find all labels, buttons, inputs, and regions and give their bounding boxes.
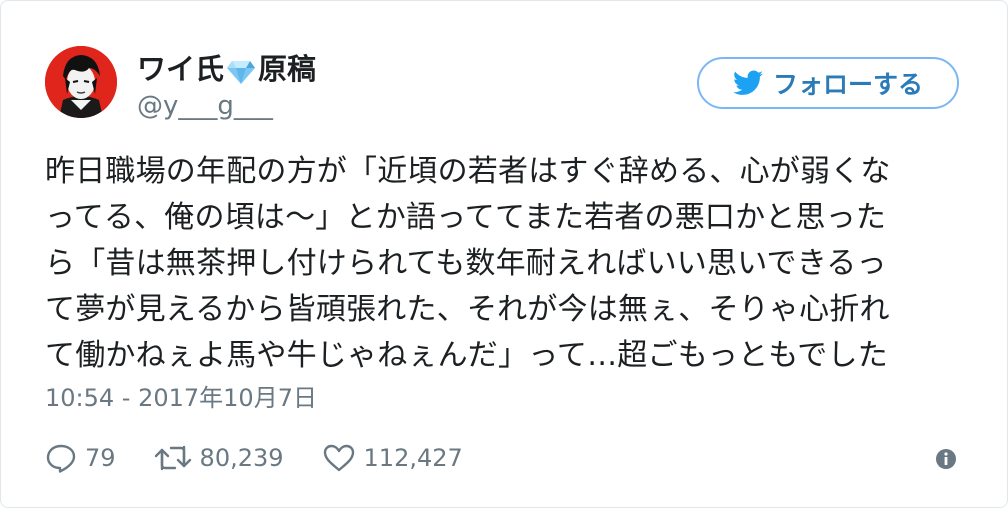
- like-button[interactable]: 112,427: [322, 443, 463, 473]
- tweet-timestamp[interactable]: 10:54 - 2017年10月7日: [45, 382, 317, 414]
- tweet-card: ワイ氏 原稿 @y___g___ フォローする 昨日職場の年配の方が「近頃の若者…: [0, 0, 1008, 508]
- avatar[interactable]: [45, 46, 117, 118]
- heart-icon: [323, 444, 354, 472]
- tweet-actions: 79 80,239 112,427: [45, 438, 463, 478]
- avatar-illustration: [45, 46, 117, 118]
- display-name-suffix: 原稿: [258, 52, 317, 86]
- twitter-bird-icon: [732, 70, 763, 96]
- info-icon[interactable]: [935, 448, 957, 470]
- reply-button[interactable]: 79: [45, 443, 116, 473]
- tweet-header: ワイ氏 原稿 @y___g___ フォローする: [45, 46, 963, 126]
- reply-count: 79: [85, 444, 116, 472]
- display-name[interactable]: ワイ氏 原稿: [137, 50, 316, 88]
- retweet-icon: [154, 445, 191, 471]
- reply-icon: [46, 444, 76, 473]
- retweet-count: 80,239: [199, 444, 284, 472]
- follow-button[interactable]: フォローする: [697, 57, 959, 109]
- retweet-button[interactable]: 80,239: [154, 443, 284, 473]
- author-names: ワイ氏 原稿 @y___g___: [137, 50, 316, 122]
- display-name-prefix: ワイ氏: [137, 52, 225, 86]
- gem-icon: [226, 56, 256, 84]
- follow-button-label: フォローする: [772, 70, 923, 99]
- tweet-text: 昨日職場の年配の方が「近頃の若者はすぐ辞める、心が弱くな ってる、俺の頃は〜」と…: [45, 154, 891, 373]
- username[interactable]: @y___g___: [137, 90, 316, 122]
- like-count: 112,427: [363, 444, 463, 472]
